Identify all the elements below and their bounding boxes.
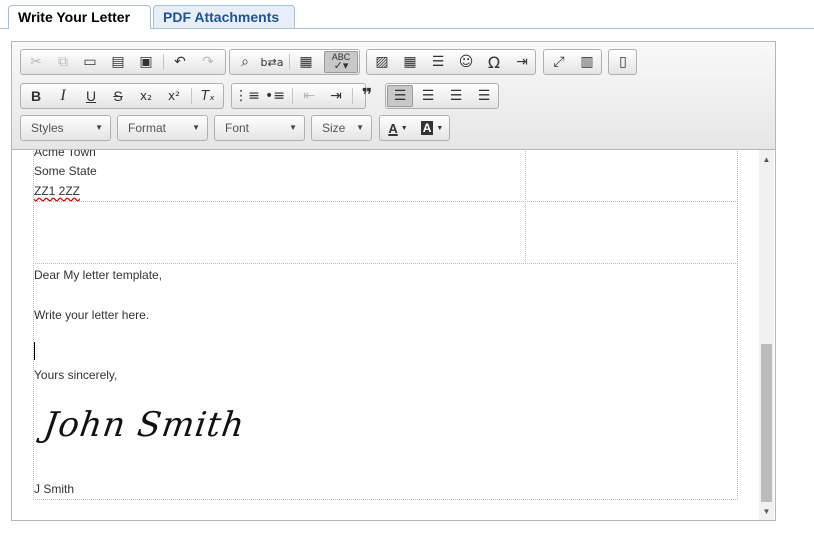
outdent-icon[interactable]: ⇤ (296, 85, 322, 107)
document-group: ▯ (608, 49, 637, 75)
chevron-down-icon: ▼ (436, 124, 444, 132)
address-state: Some State (34, 164, 97, 178)
subscript-icon[interactable]: x₂ (133, 85, 159, 107)
bulleted-list-icon[interactable]: •≡ (262, 85, 288, 107)
smiley-icon[interactable]: ☺ (453, 51, 479, 73)
remove-format-icon[interactable]: Tₓ (195, 85, 221, 107)
editor-toolbar: ✂ ⧉ ▭ ▤ ▣ ↶ ↷ ⌕ b⇄a ▦ ABC ✓▾ ▨ ▦ ☰ ☺ Ω ⇥ (12, 42, 775, 150)
cut-icon[interactable]: ✂ (23, 51, 49, 73)
size-dropdown[interactable]: Size ▼ (311, 115, 372, 141)
tools-group: ⤢ ▥ (543, 49, 602, 75)
letter-signoff: J Smith (34, 482, 75, 496)
text-cursor (34, 342, 35, 360)
blockquote-icon[interactable]: ❞ (354, 84, 380, 106)
editor-content[interactable]: Acme Town Some State ZZ1 2ZZ Dear My let… (12, 150, 758, 520)
horizontal-line-icon[interactable]: ☰ (425, 51, 451, 73)
colors-group: A ▼ A ▼ (379, 115, 450, 141)
image-icon[interactable]: ▨ (369, 51, 395, 73)
align-right-icon[interactable]: ☰ (443, 85, 469, 107)
strikethrough-icon[interactable]: S (105, 85, 131, 107)
format-painter-icon[interactable]: ▦ (293, 51, 319, 73)
table-cell (525, 150, 738, 202)
scrollbar-thumb[interactable] (761, 344, 772, 502)
address-postcode: ZZ1 2ZZ (34, 184, 81, 198)
letter-body-text: Write your letter here. (34, 308, 150, 322)
background-color-button[interactable]: A ▼ (416, 117, 448, 139)
redo-icon[interactable]: ↷ (195, 51, 221, 73)
chevron-down-icon: ▼ (356, 123, 364, 132)
tab-write-your-letter[interactable]: Write Your Letter (8, 5, 151, 29)
vertical-scrollbar[interactable]: ▲ ▼ (759, 150, 774, 520)
spellcheck-button[interactable]: ABC ✓▾ (324, 51, 358, 73)
maximize-icon[interactable]: ⤢ (546, 51, 572, 73)
paste-word-icon[interactable]: ▣ (133, 51, 159, 73)
format-dropdown[interactable]: Format ▼ (117, 115, 208, 141)
scroll-down-icon[interactable]: ▼ (759, 504, 774, 518)
chevron-down-icon: ▼ (289, 123, 297, 132)
letter-body-block (33, 263, 738, 500)
format-dropdown-label: Format (128, 121, 167, 135)
align-left-icon[interactable]: ☰ (387, 85, 413, 107)
toolbar-separator (289, 54, 290, 70)
scroll-up-icon[interactable]: ▲ (759, 152, 774, 166)
chevron-down-icon: ▼ (400, 124, 408, 132)
rich-text-editor: ✂ ⧉ ▭ ▤ ▣ ↶ ↷ ⌕ b⇄a ▦ ABC ✓▾ ▨ ▦ ☰ ☺ Ω ⇥ (11, 41, 776, 521)
table-cell (525, 201, 738, 264)
insert-group: ▨ ▦ ☰ ☺ Ω ⇥ (366, 49, 536, 75)
background-color-icon: A (420, 121, 434, 135)
indent-icon[interactable]: ⇥ (323, 85, 349, 107)
replace-icon[interactable]: b⇄a (259, 51, 285, 73)
source-icon[interactable]: ▯ (610, 51, 636, 73)
toolbar-separator (352, 88, 353, 104)
letter-closing: Yours sincerely, (34, 368, 118, 382)
tab-pdf-attachments[interactable]: PDF Attachments (153, 5, 295, 28)
paste-text-icon[interactable]: ▤ (105, 51, 131, 73)
italic-icon[interactable]: I (50, 85, 76, 107)
show-blocks-icon[interactable]: ▥ (574, 51, 600, 73)
paste-icon[interactable]: ▭ (77, 51, 103, 73)
numbered-list-icon[interactable]: ⋮≡ (234, 85, 260, 107)
chevron-down-icon: ▼ (192, 123, 200, 132)
superscript-icon[interactable]: x² (161, 85, 187, 107)
table-icon[interactable]: ▦ (397, 51, 423, 73)
basic-styles-group: B I U S x₂ x² Tₓ (20, 83, 224, 109)
letter-greeting: Dear My letter template, (34, 268, 163, 282)
size-dropdown-label: Size (322, 121, 346, 135)
align-group: ☰ ☰ ☰ ☰ (385, 83, 499, 109)
copy-icon[interactable]: ⧉ (50, 51, 76, 73)
text-color-icon: A (388, 120, 398, 136)
undo-icon[interactable]: ↶ (167, 51, 193, 73)
toolbar-separator (191, 88, 192, 104)
font-dropdown-label: Font (225, 121, 250, 135)
page-break-icon[interactable]: ⇥ (509, 51, 535, 73)
clipboard-group: ✂ ⧉ ▭ ▤ ▣ ↶ ↷ (20, 49, 226, 75)
text-color-button[interactable]: A ▼ (382, 117, 414, 139)
align-justify-icon[interactable]: ☰ (471, 85, 497, 107)
find-icon[interactable]: ⌕ (232, 51, 258, 73)
paragraph-group: ⋮≡ •≡ ⇤ ⇥ (231, 83, 366, 109)
align-center-icon[interactable]: ☰ (415, 85, 441, 107)
spellcheck-icon: ✓▾ (333, 60, 349, 72)
toolbar-separator (292, 88, 293, 104)
font-dropdown[interactable]: Font ▼ (214, 115, 305, 141)
signature-image: John Smith (41, 405, 248, 445)
tab-bar: Write Your Letter PDF Attachments (0, 0, 814, 29)
address-line: Acme Town (34, 150, 96, 159)
bold-icon[interactable]: B (23, 85, 49, 107)
table-cell-address (33, 150, 526, 202)
toolbar-separator (163, 54, 164, 70)
table-cell (33, 201, 526, 264)
styles-dropdown[interactable]: Styles ▼ (20, 115, 111, 141)
underline-icon[interactable]: U (78, 85, 104, 107)
chevron-down-icon: ▼ (95, 123, 103, 132)
special-char-icon[interactable]: Ω (481, 51, 507, 73)
styles-dropdown-label: Styles (31, 121, 64, 135)
editing-group: ⌕ b⇄a ▦ ABC ✓▾ (229, 49, 360, 75)
